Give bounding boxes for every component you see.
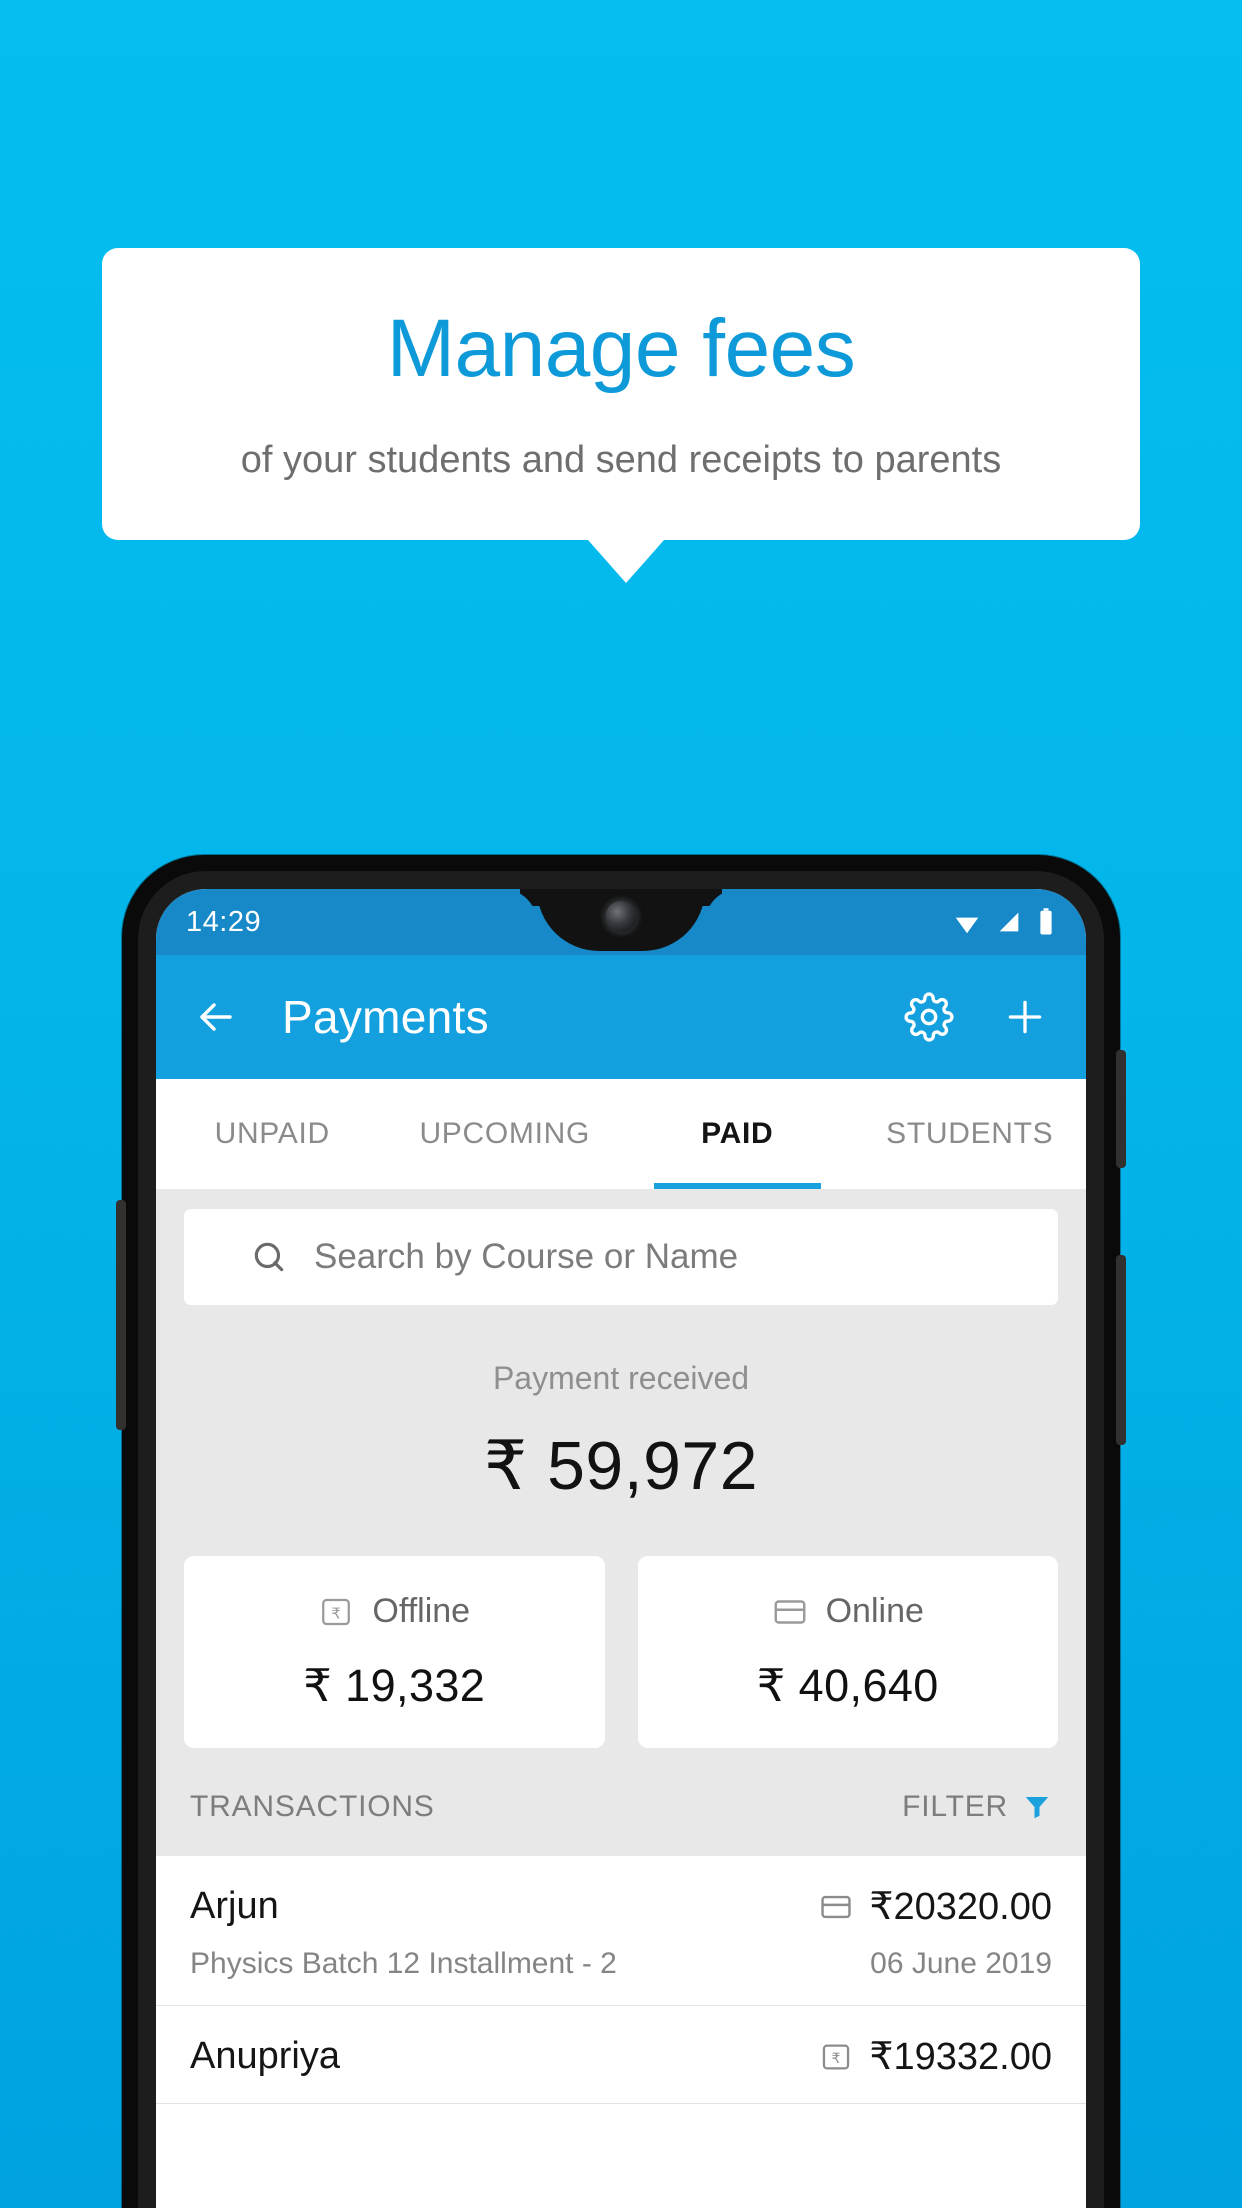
plus-icon[interactable]: [1000, 992, 1050, 1042]
funnel-icon: [1022, 1792, 1052, 1822]
promo-callout: Manage fees of your students and send re…: [102, 248, 1140, 583]
arrow-left-icon[interactable]: [192, 993, 240, 1041]
phone-button-volume-left: [116, 1200, 126, 1430]
phone-screen: 14:29 Payments UNPAID UPCOMING PAID STUD…: [156, 889, 1086, 2208]
offline-card-header: ₹ Offline: [184, 1592, 605, 1631]
offline-amount: ₹ 19,332: [303, 1660, 486, 1711]
transaction-date: 06 June 2019: [870, 1947, 1052, 1980]
rupee-note-icon: ₹: [819, 2040, 853, 2074]
transactions-header: TRANSACTIONS FILTER: [156, 1748, 1086, 1856]
gear-icon[interactable]: [904, 992, 954, 1042]
transaction-amount: ₹20320.00: [869, 1886, 1052, 1928]
front-camera: [605, 901, 637, 932]
tab-paid[interactable]: PAID: [621, 1079, 854, 1189]
promo-tail: [588, 539, 664, 583]
status-time: 14:29: [186, 905, 262, 938]
svg-text:₹: ₹: [832, 2050, 841, 2066]
transaction-amount-group: ₹20320.00: [819, 1884, 1052, 1929]
table-row[interactable]: Anupriya ₹ ₹19332.00: [156, 2006, 1086, 2104]
online-card-header: Online: [638, 1592, 1059, 1631]
credit-card-icon: [819, 1890, 853, 1924]
tab-students[interactable]: STUDENTS: [854, 1079, 1087, 1189]
transaction-name: Arjun: [190, 1885, 279, 1927]
table-row[interactable]: Arjun ₹20320.00 Physics Batch 12 Install…: [156, 1856, 1086, 2006]
wifi-icon: [952, 907, 982, 937]
promo-card: Manage fees of your students and send re…: [102, 248, 1140, 540]
payment-summary: Payment received ₹ 59,972: [156, 1305, 1086, 1512]
transaction-amount: ₹19332.00: [869, 2036, 1052, 2078]
svg-text:₹: ₹: [332, 1605, 342, 1622]
transactions-title: TRANSACTIONS: [190, 1790, 435, 1823]
tab-unpaid[interactable]: UNPAID: [156, 1079, 389, 1189]
tab-bar: UNPAID UPCOMING PAID STUDENTS: [156, 1079, 1086, 1189]
credit-card-icon: [772, 1594, 808, 1630]
search-icon: [250, 1238, 288, 1276]
phone-notch: [537, 889, 705, 951]
signal-icon: [995, 908, 1023, 936]
search-placeholder: Search by Course or Name: [314, 1237, 739, 1276]
transaction-name: Anupriya: [190, 2035, 340, 2077]
app-bar-actions: [904, 992, 1050, 1042]
filter-label: FILTER: [902, 1790, 1008, 1823]
search-section: Search by Course or Name: [156, 1189, 1086, 1305]
online-card[interactable]: Online ₹ 40,640: [637, 1556, 1059, 1748]
payment-received-amount: ₹ 59,972: [483, 1428, 759, 1504]
content-area: Search by Course or Name Payment receive…: [156, 1189, 1086, 2104]
online-amount: ₹ 40,640: [756, 1660, 939, 1711]
transaction-primary-line: Arjun ₹20320.00: [190, 1884, 1052, 1929]
phone-mockup: 14:29 Payments UNPAID UPCOMING PAID STUD…: [116, 855, 1126, 2208]
promo-subtitle: of your students and send receipts to pa…: [240, 439, 1002, 482]
online-label: Online: [825, 1592, 924, 1630]
page-title: Payments: [282, 991, 489, 1043]
transaction-amount-group: ₹ ₹19332.00: [819, 2034, 1052, 2079]
promo-title: Manage fees: [386, 303, 856, 394]
offline-card[interactable]: ₹ Offline ₹ 19,332: [184, 1556, 605, 1748]
app-bar: Payments: [156, 955, 1086, 1079]
transaction-description: Physics Batch 12 Installment - 2: [190, 1947, 617, 1980]
rupee-note-icon: ₹: [318, 1594, 354, 1630]
filter-button[interactable]: FILTER: [902, 1790, 1052, 1824]
search-input[interactable]: Search by Course or Name: [184, 1209, 1058, 1305]
phone-button-power: [1116, 1050, 1126, 1168]
payment-breakdown: ₹ Offline ₹ 19,332 Online ₹ 40,640: [156, 1512, 1086, 1748]
tab-upcoming[interactable]: UPCOMING: [389, 1079, 622, 1189]
phone-button-volume-right: [1116, 1255, 1126, 1445]
payment-received-label: Payment received: [492, 1360, 750, 1396]
offline-label: Offline: [372, 1592, 471, 1630]
transaction-primary-line: Anupriya ₹ ₹19332.00: [190, 2034, 1052, 2079]
transaction-secondary-line: Physics Batch 12 Installment - 2 06 June…: [190, 1947, 1052, 1981]
status-bar: 14:29: [156, 889, 1086, 955]
battery-icon: [1036, 907, 1056, 937]
transaction-list: Arjun ₹20320.00 Physics Batch 12 Install…: [156, 1856, 1086, 2104]
status-icons: [952, 907, 1056, 937]
